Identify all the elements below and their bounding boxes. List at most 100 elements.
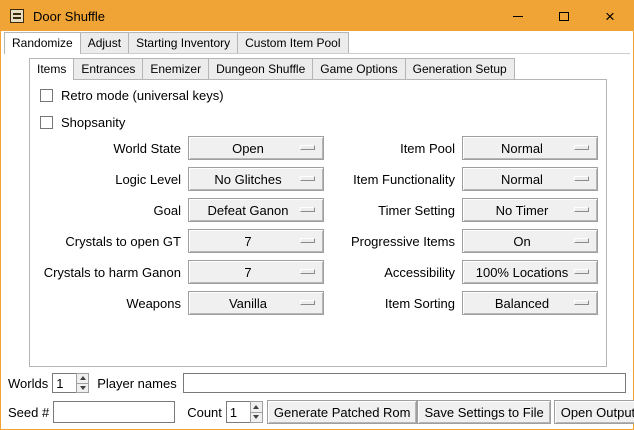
spin-up-button[interactable] — [250, 401, 263, 413]
minimize-icon — [513, 16, 523, 17]
save-settings-button[interactable]: Save Settings to File — [417, 400, 550, 424]
tab-game-options[interactable]: Game Options — [312, 58, 405, 79]
count-spinner — [226, 401, 263, 423]
goal-label: Goal — [38, 203, 188, 218]
inner-tabstrip: Items Entrances Enemizer Dungeon Shuffle… — [29, 58, 607, 79]
accessibility-dropdown[interactable]: 100% Locations — [462, 260, 598, 284]
spin-up-button[interactable] — [76, 373, 89, 384]
settings-grid: World State Open Logic Level No Glitches — [38, 136, 606, 322]
worlds-input[interactable] — [52, 373, 76, 393]
progressive-items-dropdown[interactable]: On — [462, 229, 598, 253]
crystals-gt-value: 7 — [244, 234, 267, 249]
count-input[interactable] — [226, 401, 250, 423]
open-output-directory-button[interactable]: Open Output Directory — [554, 400, 634, 424]
goal-value: Defeat Ganon — [208, 203, 305, 218]
crystals-ganon-value: 7 — [244, 265, 267, 280]
progressive-items-value: On — [513, 234, 546, 249]
dropdown-indicator-icon — [300, 145, 315, 150]
logic-level-label: Logic Level — [38, 172, 188, 187]
inner-notebook: Items Entrances Enemizer Dungeon Shuffle… — [29, 58, 607, 367]
weapons-value: Vanilla — [229, 296, 283, 311]
setting-row: Logic Level No Glitches — [38, 167, 324, 191]
outer-tabstrip: Randomize Adjust Starting Inventory Cust… — [4, 32, 630, 54]
close-button[interactable]: × — [587, 1, 633, 31]
dropdown-indicator-icon — [300, 269, 315, 274]
worlds-spinner — [52, 373, 89, 393]
generate-patched-rom-button[interactable]: Generate Patched Rom — [267, 400, 418, 424]
maximize-icon — [559, 12, 569, 21]
arrow-up-icon — [80, 376, 86, 380]
seed-input[interactable] — [53, 401, 175, 423]
crystals-gt-label: Crystals to open GT — [38, 234, 188, 249]
setting-row: Timer Setting No Timer — [334, 198, 598, 222]
retro-mode-checkbox[interactable] — [40, 89, 53, 102]
shopsanity-label: Shopsanity — [61, 115, 125, 130]
crystals-ganon-label: Crystals to harm Ganon — [38, 265, 188, 280]
dropdown-indicator-icon — [300, 238, 315, 243]
weapons-dropdown[interactable]: Vanilla — [188, 291, 324, 315]
dropdown-indicator-icon — [574, 176, 589, 181]
crystals-ganon-dropdown[interactable]: 7 — [188, 260, 324, 284]
window-title: Door Shuffle — [33, 9, 105, 24]
item-pool-dropdown[interactable]: Normal — [462, 136, 598, 160]
count-spinner-buttons — [250, 401, 263, 423]
tab-dungeon-shuffle[interactable]: Dungeon Shuffle — [208, 58, 313, 79]
count-label: Count — [187, 405, 222, 420]
items-tab-pane: Retro mode (universal keys) Shopsanity W… — [29, 79, 607, 367]
progressive-items-label: Progressive Items — [334, 234, 462, 249]
tab-enemizer[interactable]: Enemizer — [142, 58, 209, 79]
item-sorting-dropdown[interactable]: Balanced — [462, 291, 598, 315]
maximize-button[interactable] — [541, 1, 587, 31]
minimize-button[interactable] — [495, 1, 541, 31]
app-icon — [10, 9, 24, 23]
weapons-label: Weapons — [38, 296, 188, 311]
seed-label: Seed # — [8, 405, 49, 420]
dropdown-indicator-icon — [574, 269, 589, 274]
arrow-down-icon — [80, 386, 86, 390]
retro-mode-label: Retro mode (universal keys) — [61, 88, 224, 103]
item-functionality-value: Normal — [501, 172, 559, 187]
setting-row: Crystals to harm Ganon 7 — [38, 260, 324, 284]
setting-row: Crystals to open GT 7 — [38, 229, 324, 253]
spin-down-button[interactable] — [250, 413, 263, 424]
dropdown-indicator-icon — [574, 238, 589, 243]
tab-randomize[interactable]: Randomize — [4, 32, 81, 54]
titlebar[interactable]: Door Shuffle × — [1, 1, 633, 31]
arrow-down-icon — [253, 415, 259, 419]
setting-row: Item Sorting Balanced — [334, 291, 598, 315]
window-controls: × — [495, 1, 633, 31]
tab-adjust[interactable]: Adjust — [80, 32, 129, 53]
accessibility-value: 100% Locations — [476, 265, 585, 280]
dropdown-indicator-icon — [574, 145, 589, 150]
shopsanity-checkbox[interactable] — [40, 116, 53, 129]
tab-entrances[interactable]: Entrances — [73, 58, 143, 79]
tab-starting-inventory[interactable]: Starting Inventory — [128, 32, 238, 53]
close-icon: × — [605, 8, 615, 25]
goal-dropdown[interactable]: Defeat Ganon — [188, 198, 324, 222]
setting-row: Item Functionality Normal — [334, 167, 598, 191]
timer-setting-dropdown[interactable]: No Timer — [462, 198, 598, 222]
player-names-label: Player names — [97, 376, 176, 391]
dropdown-indicator-icon — [574, 300, 589, 305]
spin-down-button[interactable] — [76, 384, 89, 394]
item-functionality-dropdown[interactable]: Normal — [462, 167, 598, 191]
arrow-up-icon — [253, 405, 259, 409]
logic-level-dropdown[interactable]: No Glitches — [188, 167, 324, 191]
setting-row: Item Pool Normal — [334, 136, 598, 160]
tab-generation-setup[interactable]: Generation Setup — [405, 58, 515, 79]
tab-items[interactable]: Items — [29, 58, 74, 80]
tab-custom-item-pool[interactable]: Custom Item Pool — [237, 32, 348, 53]
dropdown-indicator-icon — [300, 207, 315, 212]
outer-notebook: Randomize Adjust Starting Inventory Cust… — [4, 32, 630, 54]
dropdown-indicator-icon — [574, 207, 589, 212]
bottom-row-1: Worlds Player names — [8, 372, 626, 394]
player-names-input[interactable] — [183, 373, 626, 393]
world-state-value: Open — [232, 141, 280, 156]
dropdown-indicator-icon — [300, 300, 315, 305]
shopsanity-row: Shopsanity — [40, 115, 606, 130]
crystals-gt-dropdown[interactable]: 7 — [188, 229, 324, 253]
world-state-dropdown[interactable]: Open — [188, 136, 324, 160]
logic-level-value: No Glitches — [214, 172, 297, 187]
settings-column-left: World State Open Logic Level No Glitches — [38, 136, 324, 322]
accessibility-label: Accessibility — [334, 265, 462, 280]
